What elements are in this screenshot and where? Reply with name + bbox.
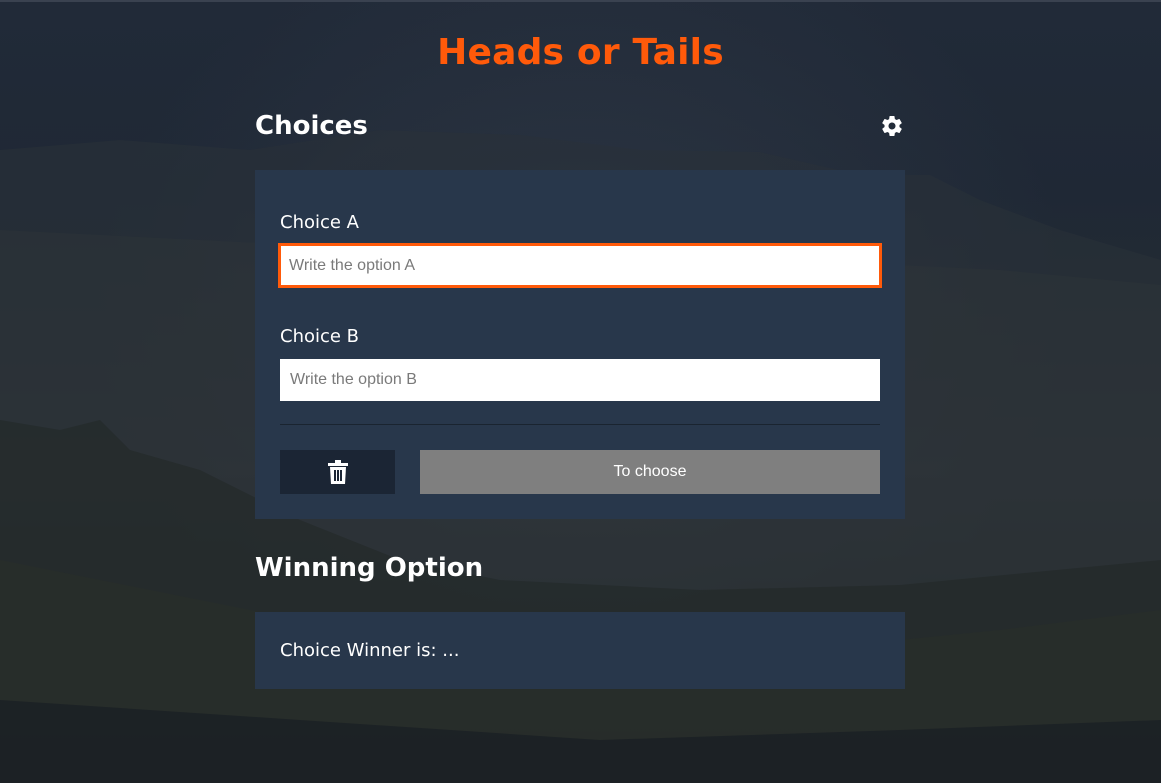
choose-button[interactable]: To choose <box>420 450 880 494</box>
app-title: Heads or Tails <box>437 32 724 73</box>
gear-icon <box>882 116 902 136</box>
card-divider <box>280 424 880 425</box>
choice-b-label: Choice B <box>280 326 360 347</box>
settings-button[interactable] <box>879 113 905 139</box>
page: Heads or Tails Choices Choice A Choice B… <box>0 0 1161 783</box>
winning-header: Winning Option <box>255 548 905 588</box>
winning-heading: Winning Option <box>255 553 484 583</box>
choice-a-label: Choice A <box>280 212 359 233</box>
delete-button[interactable] <box>280 450 395 494</box>
choice-a-input[interactable] <box>278 243 882 288</box>
choices-header: Choices <box>255 108 905 144</box>
window-top-border <box>0 0 1161 2</box>
choice-b-input[interactable] <box>280 359 880 401</box>
trash-icon <box>327 460 348 484</box>
winner-result-text: Choice Winner is: ... <box>280 640 460 661</box>
choices-heading: Choices <box>255 111 368 141</box>
winner-card: Choice Winner is: ... <box>255 612 905 689</box>
choices-card: Choice A Choice B To choose <box>255 170 905 519</box>
